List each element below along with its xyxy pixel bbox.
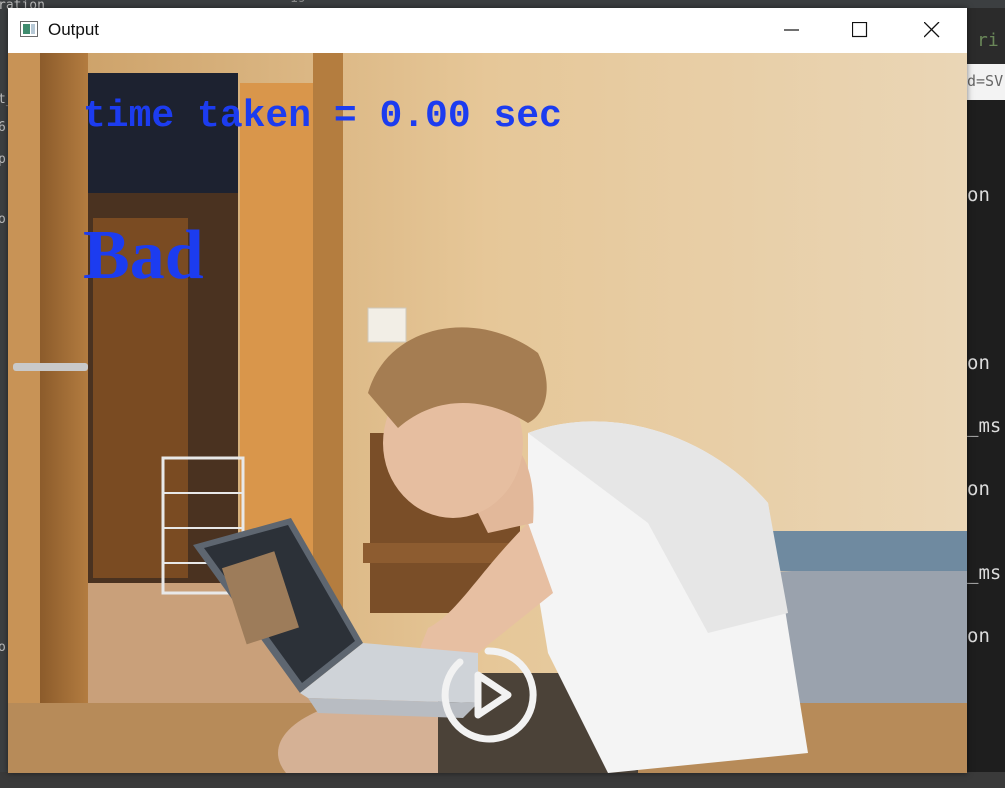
- ide-right-panel: ri d=SV on on _ms on _ms on: [967, 8, 1005, 788]
- ide-code-fragment: on: [967, 352, 990, 374]
- ide-right-tabbar: ri: [967, 8, 1005, 72]
- play-overlay-icon[interactable]: [438, 645, 538, 745]
- close-button[interactable]: [898, 8, 966, 53]
- ide-code-fragment: on: [967, 478, 990, 500]
- ide-left-fragment: 6: [0, 120, 6, 135]
- ide-left-fragment: o: [0, 640, 6, 655]
- ide-right-header: ri: [977, 30, 999, 51]
- video-frame: time taken = 0.00 sec Bad: [8, 53, 967, 773]
- window-titlebar[interactable]: Output: [8, 8, 967, 53]
- window-title: Output: [48, 20, 100, 39]
- ide-code-fragment: on: [967, 625, 990, 647]
- ide-left-fragment: p: [0, 152, 6, 167]
- close-icon: [924, 22, 940, 38]
- output-window: Output time taken = 0.00 sec Bad: [8, 8, 967, 773]
- window-app-icon: [20, 21, 38, 37]
- ide-code-fragment: _ms: [967, 562, 1002, 584]
- maximize-button[interactable]: [826, 8, 894, 53]
- ide-code-fragment: on: [967, 184, 990, 206]
- ide-right-urlbar: d=SV: [967, 64, 1005, 100]
- ide-code-fragment: _ms: [967, 415, 1002, 437]
- time-taken-label: time taken = 0.00 sec: [83, 95, 562, 138]
- ide-top-bar: 19: [0, 0, 1005, 8]
- maximize-icon: [852, 22, 868, 38]
- ide-bottom-bar: [0, 772, 1005, 788]
- minimize-icon: [784, 29, 799, 31]
- minimize-button[interactable]: [758, 8, 826, 53]
- ide-top-fragment: 19: [290, 0, 306, 6]
- ide-right-url: d=SV: [967, 72, 1004, 90]
- posture-status-label: Bad: [83, 217, 204, 294]
